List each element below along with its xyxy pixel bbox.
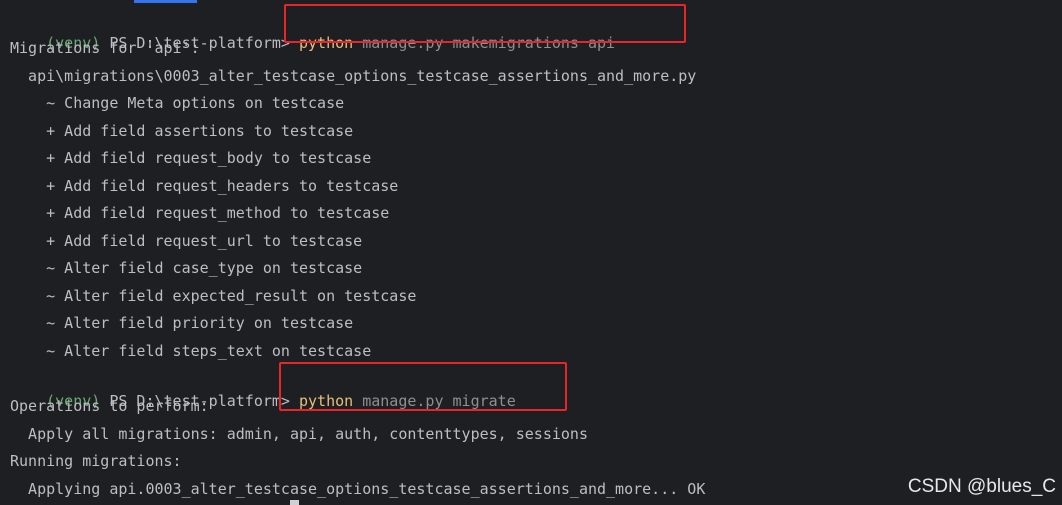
output-line: ~ Alter field case_type on testcase: [10, 259, 363, 277]
output-line: + Add field request_body to testcase: [10, 149, 372, 167]
output-line: + Add field request_url to testcase: [10, 232, 363, 250]
output-line: ~ Alter field steps_text on testcase: [10, 342, 372, 360]
output-line: Migrations for 'api':: [10, 39, 200, 57]
output-line: ~ Alter field expected_result on testcas…: [10, 287, 417, 305]
output-line: ~ Change Meta options on testcase: [10, 94, 345, 112]
highlight-box-makemigrations: [284, 4, 686, 43]
output-line: + Add field request_method to testcase: [10, 204, 390, 222]
output-line: Operations to perform:: [10, 397, 209, 415]
watermark: CSDN @blues_C: [907, 476, 1056, 497]
highlight-box-migrate: [279, 362, 567, 411]
terminal-window[interactable]: (venv) PS D:\test-platform> python manag…: [0, 0, 1062, 505]
output-line: + Add field assertions to testcase: [10, 122, 354, 140]
output-line: + Add field request_headers to testcase: [10, 177, 399, 195]
output-line: Apply all migrations: admin, api, auth, …: [10, 425, 588, 443]
output-line: Applying api.0003_alter_testcase_options…: [10, 480, 706, 498]
active-tab-indicator: [134, 0, 197, 3]
output-line: ~ Alter field priority on testcase: [10, 314, 354, 332]
output-line: Running migrations:: [10, 452, 182, 470]
text-cursor: [290, 500, 299, 505]
output-line: api\migrations\0003_alter_testcase_optio…: [10, 67, 697, 85]
